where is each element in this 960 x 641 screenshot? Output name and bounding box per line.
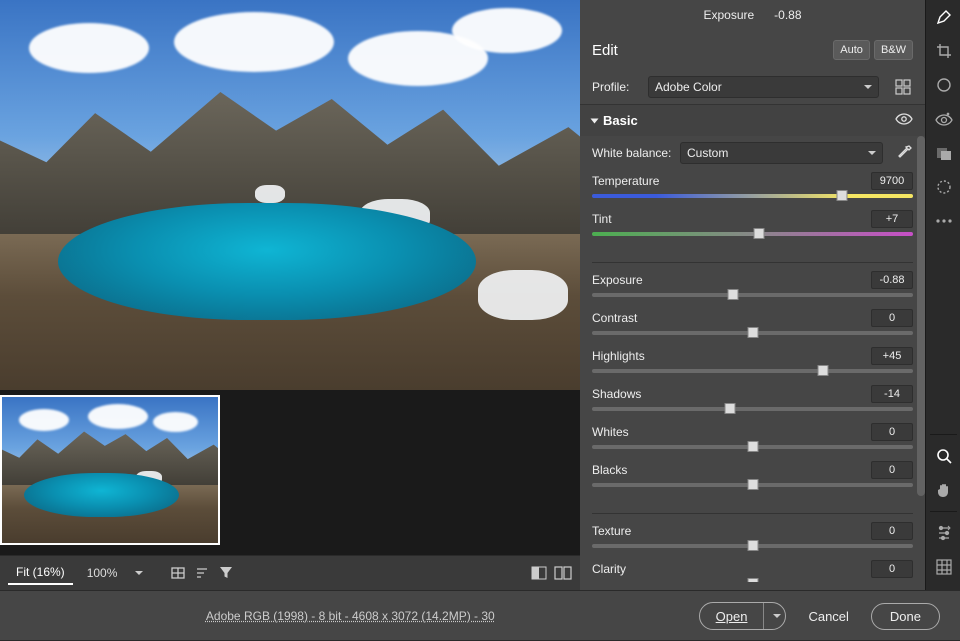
zoom-menu-chevron-icon[interactable]	[135, 571, 143, 575]
filter-icon[interactable]	[217, 564, 235, 582]
before-after-single-icon[interactable]	[530, 564, 548, 582]
hand-tool-icon[interactable]	[926, 473, 960, 507]
panel-scrollbar[interactable]	[917, 136, 925, 496]
whites-value[interactable]: 0	[871, 423, 913, 441]
profile-label: Profile:	[592, 80, 640, 94]
shadows-value[interactable]: -14	[871, 385, 913, 403]
clarity-handle[interactable]	[747, 578, 758, 582]
readout-label: Exposure	[703, 8, 754, 22]
contrast-handle[interactable]	[747, 327, 758, 338]
profile-browser-icon[interactable]	[893, 77, 913, 97]
highlights-slider[interactable]: Highlights+45	[592, 347, 913, 373]
temperature-slider[interactable]: Temperature9700	[592, 172, 913, 198]
heal-tool-icon[interactable]	[926, 170, 960, 204]
footer-bar: Adobe RGB (1998) - 8 bit - 4608 x 3072 (…	[0, 590, 960, 640]
edit-panel: Exposure -0.88 Edit Auto B&W Profile: Ad…	[580, 0, 925, 590]
open-button-group: Open	[699, 602, 787, 630]
circle-tool-icon[interactable]	[926, 68, 960, 102]
main-preview-column: Fit (16%) 100%	[0, 0, 580, 590]
texture-slider[interactable]: Texture0	[592, 522, 913, 548]
white-balance-select[interactable]: Custom	[680, 142, 883, 164]
tint-handle[interactable]	[753, 228, 764, 239]
exposure-handle[interactable]	[728, 289, 739, 300]
open-button[interactable]: Open	[700, 604, 764, 629]
profile-row: Profile: Adobe Color	[580, 70, 925, 104]
grid-tool-icon[interactable]	[926, 550, 960, 584]
blacks-value[interactable]: 0	[871, 461, 913, 479]
texture-handle[interactable]	[747, 540, 758, 551]
highlights-value[interactable]: +45	[871, 347, 913, 365]
white-balance-label: White balance:	[592, 146, 672, 160]
file-info[interactable]: Adobe RGB (1998) - 8 bit - 4608 x 3072 (…	[206, 609, 495, 623]
open-menu-chevron-icon[interactable]	[763, 603, 785, 629]
highlights-handle[interactable]	[818, 365, 829, 376]
masking-tool-icon[interactable]	[926, 136, 960, 170]
temperature-value[interactable]: 9700	[871, 172, 913, 190]
shadows-handle[interactable]	[725, 403, 736, 414]
panel-readout-row: Exposure -0.88	[580, 0, 925, 30]
crop-tool-icon[interactable]	[926, 34, 960, 68]
eyedropper-icon[interactable]	[897, 144, 913, 163]
panel-body: White balance: Custom Temperature9700 Ti…	[580, 136, 925, 582]
temperature-handle[interactable]	[837, 190, 848, 201]
zoom-100-button[interactable]: 100%	[79, 562, 126, 584]
edit-title: Edit	[592, 42, 829, 59]
blacks-handle[interactable]	[747, 479, 758, 490]
readout-value: -0.88	[774, 8, 801, 22]
profile-select[interactable]: Adobe Color	[648, 76, 879, 98]
edit-tool-icon[interactable]	[926, 0, 960, 34]
basic-section-title: Basic	[603, 113, 638, 128]
basic-section-header[interactable]: Basic	[580, 104, 925, 136]
exposure-slider[interactable]: Exposure-0.88	[592, 271, 913, 297]
presets-icon[interactable]	[926, 516, 960, 550]
bw-button[interactable]: B&W	[874, 40, 913, 60]
before-after-split-icon[interactable]	[554, 564, 572, 582]
contrast-slider[interactable]: Contrast0	[592, 309, 913, 335]
panel-title-row: Edit Auto B&W	[580, 30, 925, 70]
visibility-eye-icon[interactable]	[895, 113, 913, 128]
clarity-value[interactable]: 0	[871, 560, 913, 578]
more-tools-icon[interactable]	[926, 204, 960, 238]
exposure-value[interactable]: -0.88	[871, 271, 913, 289]
main-image-preview[interactable]	[0, 0, 580, 390]
tint-slider[interactable]: Tint+7	[592, 210, 913, 236]
filmstrip-thumbnail[interactable]	[0, 395, 220, 545]
cancel-button[interactable]: Cancel	[804, 604, 852, 629]
tool-rail	[925, 0, 960, 590]
zoom-toolbar: Fit (16%) 100%	[0, 555, 580, 590]
blacks-slider[interactable]: Blacks0	[592, 461, 913, 487]
tint-value[interactable]: +7	[871, 210, 913, 228]
whites-handle[interactable]	[747, 441, 758, 452]
auto-button[interactable]: Auto	[833, 40, 870, 60]
zoom-fit-button[interactable]: Fit (16%)	[8, 561, 73, 585]
whites-slider[interactable]: Whites0	[592, 423, 913, 449]
texture-value[interactable]: 0	[871, 522, 913, 540]
sort-icon[interactable]	[193, 564, 211, 582]
grid-overlay-icon[interactable]	[169, 564, 187, 582]
shadows-slider[interactable]: Shadows-14	[592, 385, 913, 411]
zoom-tool-icon[interactable]	[926, 439, 960, 473]
white-balance-row: White balance: Custom	[580, 136, 925, 170]
contrast-value[interactable]: 0	[871, 309, 913, 327]
done-button[interactable]: Done	[871, 603, 940, 630]
redeye-tool-icon[interactable]	[926, 102, 960, 136]
disclosure-chevron-icon	[591, 118, 599, 123]
clarity-slider[interactable]: Clarity0	[592, 560, 913, 582]
